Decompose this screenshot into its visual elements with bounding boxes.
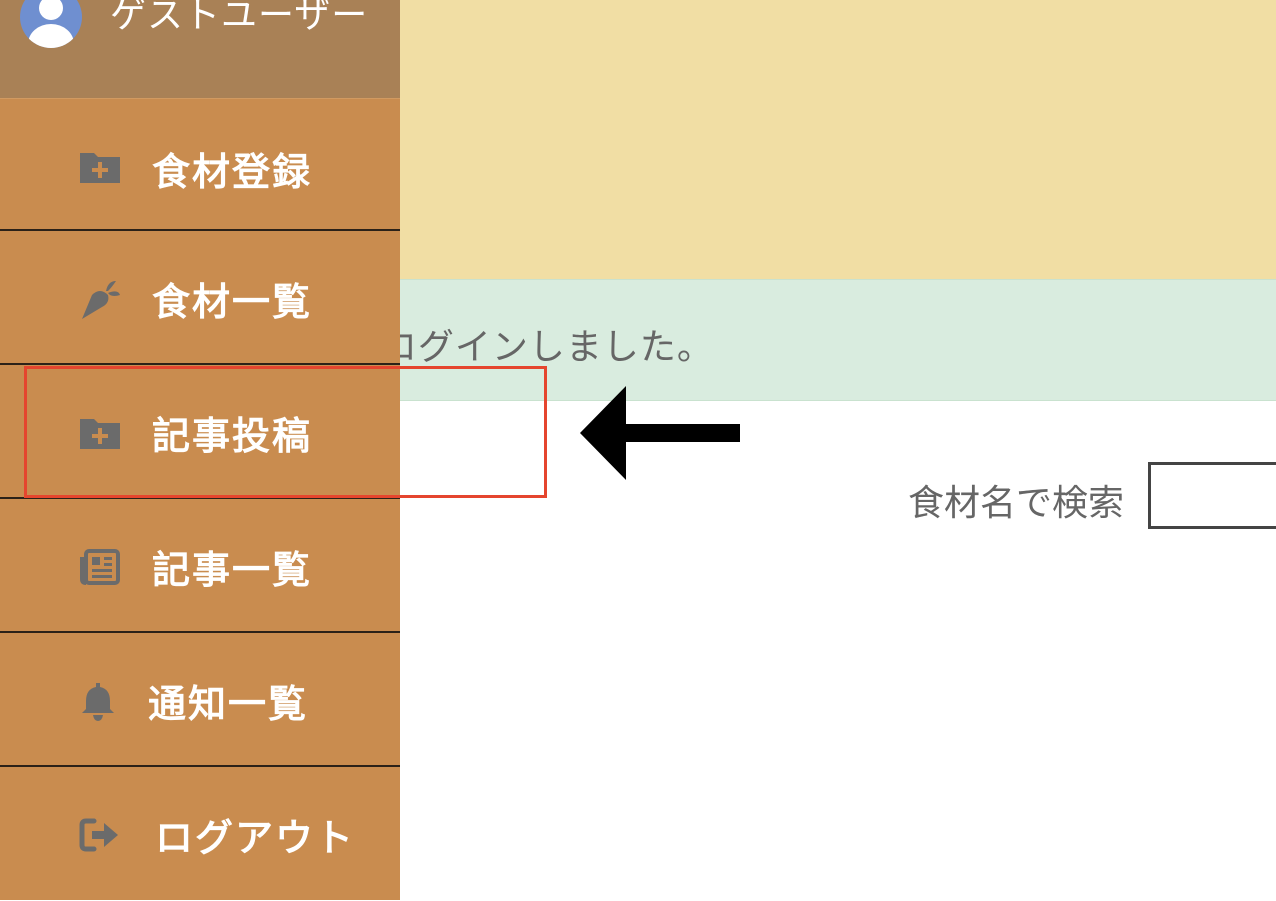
sidebar-item-label: 食材登録 (152, 150, 313, 194)
sidebar-item-label: 記事一覧 (152, 548, 313, 592)
sidebar-item-article-list[interactable]: 記事一覧 (0, 499, 400, 633)
folder-plus-icon (80, 419, 120, 449)
sidebar-item-post-article[interactable]: 記事投稿 (0, 365, 400, 499)
folder-plus-icon (80, 153, 120, 183)
search-input[interactable] (1148, 462, 1276, 529)
newspaper-icon (80, 549, 120, 585)
sidebar-item-logout[interactable]: ログアウト (0, 767, 400, 901)
sidebar-item-label: 記事投稿 (152, 414, 313, 458)
search-label: 食材名で検索 (908, 483, 1125, 524)
user-avatar-icon (20, 0, 82, 48)
sidebar-item-label: ログアウト (155, 816, 356, 860)
sidebar-item-label: 食材一覧 (152, 280, 313, 324)
sidebar-item-ingredient-list[interactable]: 食材一覧 (0, 231, 400, 365)
sidebar: ゲストユーザー 食材登録 食材一覧 記事投稿 記事一覧 通知一覧 ログアウト (0, 0, 400, 900)
sign-out-icon (79, 818, 118, 852)
sidebar-item-notifications[interactable]: 通知一覧 (0, 633, 400, 767)
sidebar-item-label: 通知一覧 (148, 682, 309, 726)
carrot-icon (82, 281, 120, 319)
user-block: ゲストユーザー (0, 0, 400, 99)
user-name: ゲストユーザー (110, 0, 369, 36)
sidebar-item-ingredient-register[interactable]: 食材登録 (0, 99, 400, 231)
bell-icon (82, 683, 114, 721)
annotation-arrow-icon (580, 386, 740, 480)
